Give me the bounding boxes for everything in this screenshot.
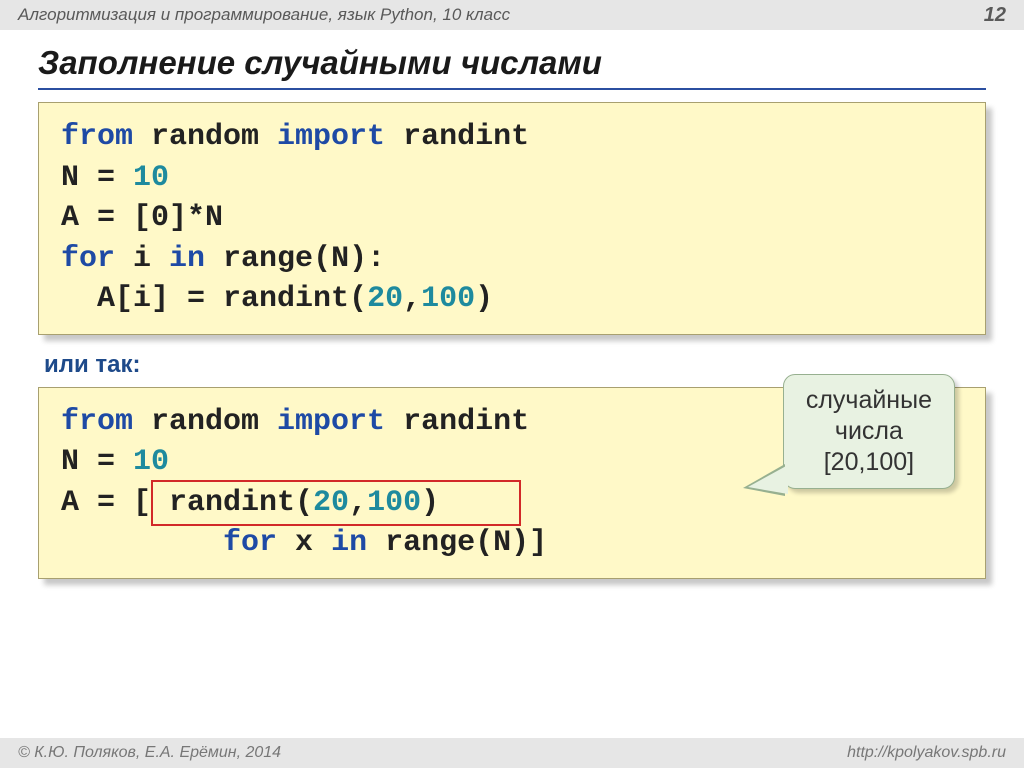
footer-copyright: © К.Ю. Поляков, Е.А. Ерёмин, 2014: [18, 744, 281, 762]
breadcrumb: Алгоритмизация и программирование, язык …: [18, 5, 510, 25]
code-block-2: from random import randint N = 10 A = [ …: [38, 387, 986, 579]
footer-url: http://kpolyakov.spb.ru: [847, 744, 1006, 762]
kw-for: for: [61, 242, 115, 276]
callout-line3: [20,100]: [806, 447, 932, 478]
callout-line1: случайные: [806, 385, 932, 416]
page-title: Заполнение случайными числами: [38, 44, 986, 90]
kw-from: from: [61, 120, 133, 154]
kw-import: import: [277, 120, 385, 154]
slide-content: Заполнение случайными числами from rando…: [0, 30, 1024, 579]
page-number: 12: [984, 4, 1006, 27]
callout-line2: числа: [806, 416, 932, 447]
kw-in: in: [169, 242, 205, 276]
code-block-1: from random import randint N = 10 A = [0…: [38, 102, 986, 335]
topbar: Алгоритмизация и программирование, язык …: [0, 0, 1024, 30]
callout-tail-inner: [748, 465, 788, 494]
callout-bubble: случайные числа [20,100]: [783, 374, 955, 490]
footer: © К.Ю. Поляков, Е.А. Ерёмин, 2014 http:/…: [0, 738, 1024, 768]
code-1: from random import randint N = 10 A = [0…: [61, 117, 963, 320]
